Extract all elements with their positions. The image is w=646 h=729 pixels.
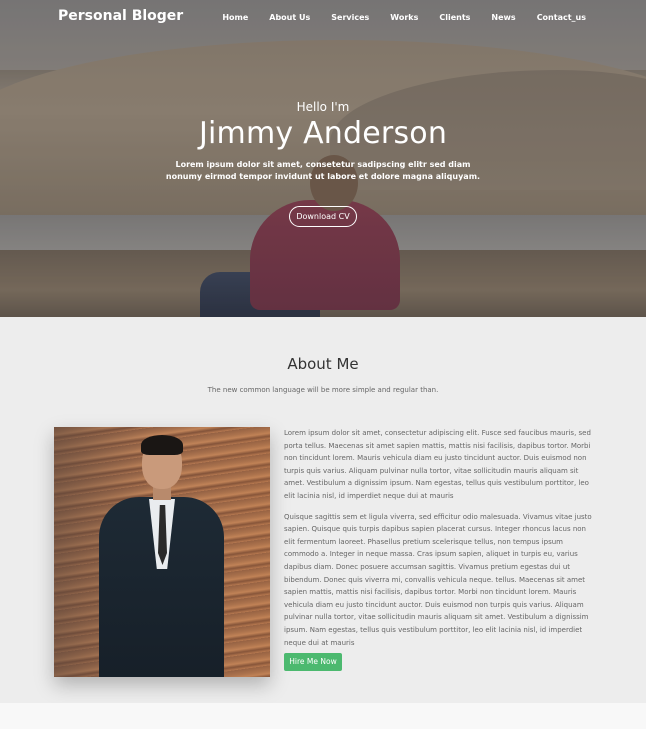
about-title: About Me (287, 355, 359, 373)
hero-text-block: Hello I'm Jimmy Anderson Lorem ipsum dol… (0, 100, 646, 183)
nav-item-home[interactable]: Home (222, 13, 248, 22)
hero-greeting: Hello I'm (296, 100, 350, 114)
main-menu: Home About Us Services Works Clients New… (222, 13, 586, 22)
nav-item-news[interactable]: News (491, 13, 515, 22)
profile-photo (54, 427, 270, 677)
nav-item-clients[interactable]: Clients (439, 13, 470, 22)
hero-description: Lorem ipsum dolor sit amet, consetetur s… (165, 160, 481, 181)
nav-item-about-us[interactable]: About Us (269, 13, 310, 22)
about-section: About Me The new common language will be… (0, 317, 646, 703)
hero-name: Jimmy Anderson (198, 116, 448, 151)
nav-item-services[interactable]: Services (331, 13, 369, 22)
hire-me-button[interactable]: Hire Me Now (284, 653, 342, 671)
hero-section: Personal Bloger Home About Us Services W… (0, 0, 646, 317)
site-brand[interactable]: Personal Bloger (58, 8, 183, 24)
about-subtitle: The new common language will be more sim… (207, 386, 439, 394)
nav-item-works[interactable]: Works (390, 13, 418, 22)
nav-item-contact-us[interactable]: Contact_us (537, 13, 586, 22)
about-paragraph-2: Quisque sagittis sem et ligula viverra, … (284, 512, 592, 647)
photo-hair (141, 435, 183, 455)
next-section-strip (0, 703, 646, 729)
download-cv-button[interactable]: Download CV (289, 206, 357, 227)
top-navbar: Personal Bloger Home About Us Services W… (0, 0, 646, 38)
about-body-text: Lorem ipsum dolor sit amet, consectetur … (284, 427, 592, 657)
about-paragraph-1: Lorem ipsum dolor sit amet, consectetur … (284, 429, 591, 500)
